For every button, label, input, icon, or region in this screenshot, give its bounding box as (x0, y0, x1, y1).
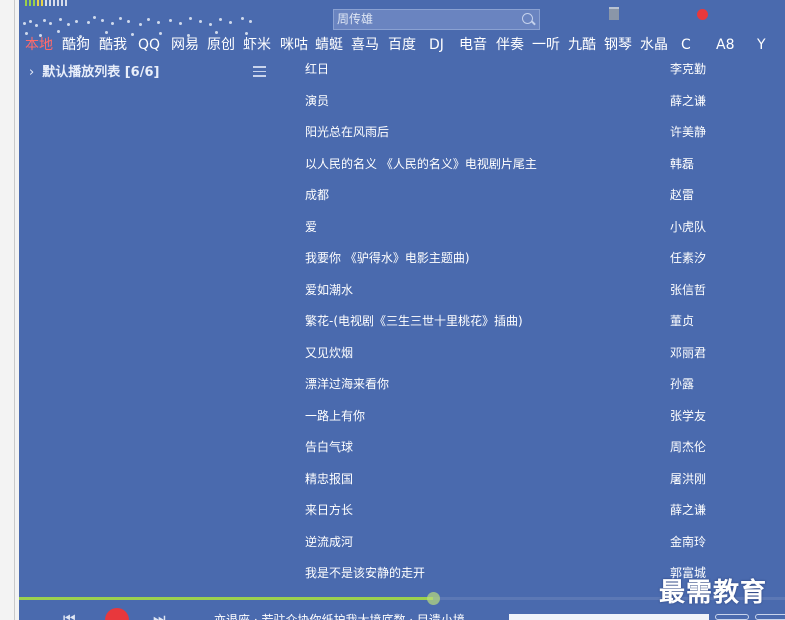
song-artist: 韩磊 (670, 156, 695, 171)
playlist-title: 默认播放列表 [6/6] (42, 65, 160, 80)
tab-18[interactable]: C (681, 34, 691, 56)
next-icon[interactable]: ⏭ (153, 611, 169, 620)
song-row[interactable]: 来日方长 薛之谦 (305, 500, 765, 520)
song-title: 一路上有你 (305, 408, 366, 423)
tab-13[interactable]: 伴奏 (496, 34, 524, 56)
tab-1[interactable]: 酷狗 (62, 34, 90, 56)
tab-2[interactable]: 酷我 (99, 34, 127, 56)
song-row[interactable]: 爱如潮水 张信哲 (305, 280, 765, 300)
tab-0[interactable]: 本地 (25, 34, 53, 56)
tab-10[interactable]: 百度 (388, 34, 416, 56)
song-artist: 小虎队 (670, 219, 707, 234)
song-title: 精忠报国 (305, 471, 354, 486)
tab-12[interactable]: 电音 (459, 34, 487, 56)
song-title: 爱 (305, 219, 318, 234)
song-artist: 薛之谦 (670, 503, 707, 517)
tab-7[interactable]: 咪咕 (280, 34, 308, 56)
song-artist: 张信哲 (670, 282, 707, 297)
tab-20[interactable]: Y (757, 34, 766, 56)
song-artist: 屠洪刚 (670, 471, 707, 486)
chevron-right-icon[interactable]: › (29, 65, 34, 80)
song-row[interactable]: 阳光总在风雨后 许美静 (305, 122, 765, 142)
tab-17[interactable]: 水晶 (640, 34, 668, 56)
menu-icon[interactable] (253, 66, 266, 80)
search-value: 周传雄 (337, 12, 374, 26)
music-player-window: 周传雄 本地 酷狗 酷我 QQ 网易 原创 虾米 咪咕 蜻蜓 喜马 百度 DJ 电音 伴奏 一听 九酷 钢琴 水晶… (19, 0, 785, 620)
song-artist: 许美静 (670, 125, 707, 139)
song-title: 阳光总在风雨后 (305, 125, 390, 139)
record-icon[interactable] (697, 9, 708, 20)
song-row[interactable]: 告白气球 周杰伦 (305, 437, 765, 457)
lyric-bar (509, 614, 709, 620)
search-icon[interactable] (522, 13, 533, 24)
watermark: 最需教育 (659, 578, 768, 608)
song-row[interactable]: 红日 李克勤 (305, 59, 765, 79)
play-button[interactable] (105, 608, 129, 620)
tab-16[interactable]: 钢琴 (604, 34, 632, 56)
tab-4[interactable]: 网易 (171, 34, 199, 56)
playlist-header[interactable]: › 默认播放列表 [6/6] (29, 61, 159, 80)
song-artist: 李克勤 (670, 62, 707, 76)
song-title: 成都 (305, 188, 330, 202)
song-artist: 张学友 (670, 408, 707, 423)
song-artist: 金南玲 (670, 534, 707, 549)
song-title: 繁花-(电视剧《三生三世十里桃花》插曲) (305, 314, 523, 328)
song-row[interactable]: 以人民的名义 《人民的名义》电视剧片尾主 韩磊 (305, 154, 765, 174)
previous-icon[interactable]: ⏮ (63, 611, 79, 620)
now-playing-text: 亦退座 · 若驻众协你纸护我大境底数 · 目遗小境 (214, 613, 465, 620)
song-title: 告白气球 (305, 440, 354, 454)
song-artist: 赵雷 (670, 188, 695, 202)
song-title: 爱如潮水 (305, 282, 354, 297)
song-row[interactable]: 演员 薛之谦 (305, 91, 765, 111)
song-row[interactable]: 逆流成河 金南玲 (305, 532, 765, 552)
option-button[interactable] (715, 614, 749, 620)
song-title: 以人民的名义 《人民的名义》电视剧片尾主 (305, 156, 537, 171)
song-row[interactable]: 又见炊烟 邓丽君 (305, 343, 765, 363)
song-title: 演员 (305, 93, 330, 108)
song-row[interactable]: 精忠报国 屠洪刚 (305, 469, 765, 489)
source-tabs: 本地 酷狗 酷我 QQ 网易 原创 虾米 咪咕 蜻蜓 喜马 百度 DJ 电音 伴奏 一听 九酷 钢琴 水晶 C A8 Y (19, 34, 785, 56)
song-artist: 薛之谦 (670, 93, 707, 108)
tab-8[interactable]: 蜻蜓 (315, 34, 343, 56)
option-button[interactable] (755, 614, 785, 620)
song-title: 我要你 《驴得水》电影主题曲) (305, 251, 470, 265)
song-row[interactable]: 漂洋过海来看你 孙露 (305, 374, 765, 394)
progress-fill (19, 597, 433, 600)
song-row[interactable]: 我要你 《驴得水》电影主题曲) 任素汐 (305, 248, 765, 268)
search-input[interactable]: 周传雄 (333, 9, 540, 30)
song-title: 又见炊烟 (305, 345, 354, 360)
song-title: 来日方长 (305, 503, 354, 517)
song-row[interactable]: 一路上有你 张学友 (305, 406, 765, 426)
tab-9[interactable]: 喜马 (351, 34, 379, 56)
tab-11[interactable]: DJ (429, 34, 444, 56)
song-title: 我是不是该安静的走开 (305, 566, 426, 580)
tab-19[interactable]: A8 (716, 34, 734, 56)
song-title: 红日 (305, 62, 330, 76)
trash-icon[interactable] (609, 7, 619, 20)
progress-knob[interactable] (426, 592, 440, 605)
song-artist: 董贞 (670, 314, 695, 328)
song-row[interactable]: 成都 赵雷 (305, 185, 765, 205)
song-title: 逆流成河 (305, 534, 354, 549)
song-row[interactable]: 爱 小虎队 (305, 217, 765, 237)
song-artist: 任素汐 (670, 251, 707, 265)
song-artist: 周杰伦 (670, 440, 707, 454)
tab-14[interactable]: 一听 (532, 34, 560, 56)
tab-6[interactable]: 虾米 (243, 34, 271, 56)
tab-5[interactable]: 原创 (207, 34, 235, 56)
song-artist: 邓丽君 (670, 345, 707, 360)
song-row[interactable]: 繁花-(电视剧《三生三世十里桃花》插曲) 董贞 (305, 311, 765, 331)
tab-15[interactable]: 九酷 (568, 34, 596, 56)
window-left-edge (0, 0, 19, 620)
volume-meter (25, 0, 67, 6)
song-artist: 孙露 (670, 377, 695, 391)
song-title: 漂洋过海来看你 (305, 377, 390, 391)
tab-3[interactable]: QQ (138, 34, 160, 56)
